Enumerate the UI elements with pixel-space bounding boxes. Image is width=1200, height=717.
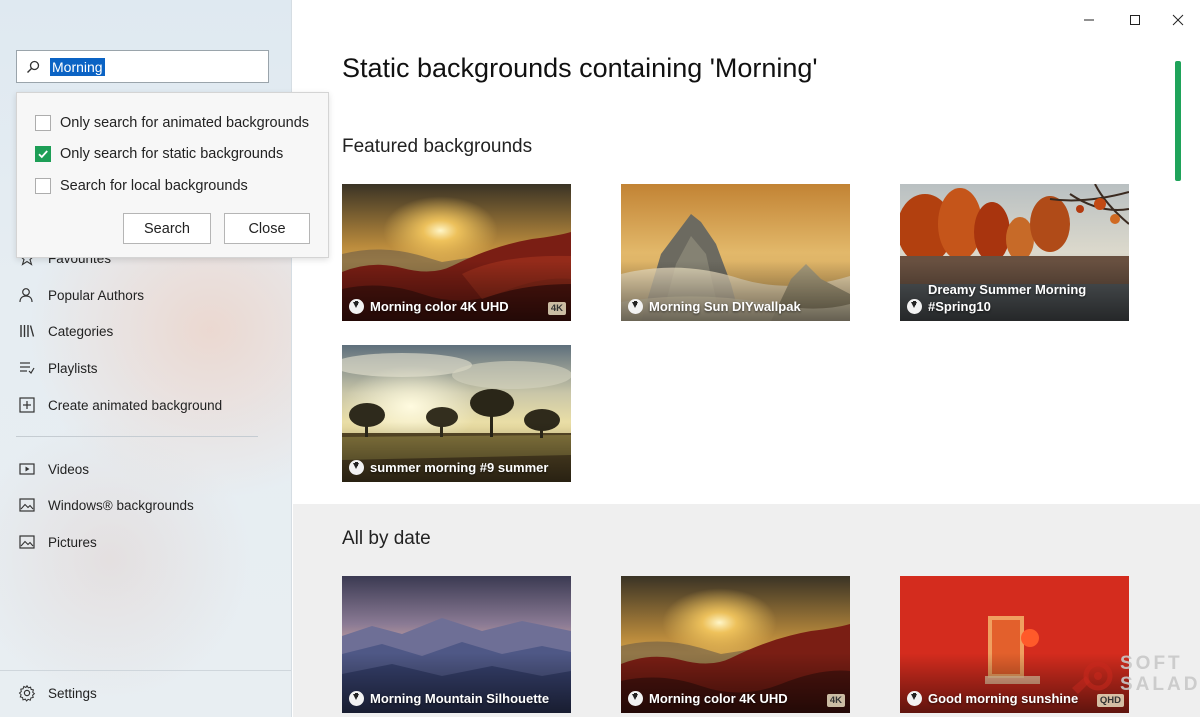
tile-caption: summer morning #9 summer [349,459,564,476]
tile-caption: Morning Sun DIYwallpak [628,298,843,315]
library-icon [20,325,35,337]
add-box-icon [19,397,35,413]
tile-caption: Morning color 4K UHD [349,298,564,315]
all-section-title: All by date [342,528,431,549]
tile-title: Dreamy Summer Morning #Spring10 [928,282,1087,314]
resolution-badge: 4K [826,694,845,707]
sidebar-item-create-animated-background[interactable]: Create animated background [18,396,222,414]
background-tile[interactable]: Morning color 4K UHD 4K [342,184,571,321]
download-icon [628,299,643,314]
sidebar-item-pictures[interactable]: Pictures [18,533,97,551]
search-options-popup: Only search for animated backgrounds Onl… [16,92,329,258]
sidebar-item-label: Popular Authors [48,287,145,303]
background-tile[interactable]: summer morning #9 summer [342,345,571,482]
animated-checkbox[interactable] [35,115,51,131]
watermark-line1: SOFT [1120,653,1183,674]
search-button[interactable]: Search [123,213,211,244]
close-button[interactable]: Close [224,213,310,244]
local-checkbox[interactable] [35,178,51,194]
tile-title: Good morning sunshine [928,691,1079,706]
search-icon [27,60,40,73]
tile-caption: Morning color 4K UHD [628,690,843,707]
search-box[interactable]: Morning [16,50,269,83]
watermark-logo-icon [1072,661,1113,694]
resolution-badge: 4K [547,302,566,315]
checkmark-icon [38,150,48,159]
sidebar-item-popular-authors[interactable]: Popular Authors [18,286,144,304]
download-icon [628,691,643,706]
sidebar-item-label: Settings [48,685,97,701]
option-label: Only search for static backgrounds [60,146,284,162]
sidebar-bottom-divider [0,670,291,671]
main-content: Static backgrounds containing 'Morning' … [293,0,1200,717]
person-icon [19,288,33,303]
picture-icon [19,535,35,549]
gear-icon [18,684,36,702]
page-title: Static backgrounds containing 'Morning' [342,53,818,83]
option-animated-row[interactable]: Only search for animated backgrounds [35,115,309,131]
sidebar-item-settings[interactable]: Settings [18,684,97,702]
option-static-row[interactable]: Only search for static backgrounds [35,146,283,162]
sidebar-item-label: Playlists [48,360,98,376]
sidebar-item-categories[interactable]: Categories [18,322,113,340]
watermark-line2: SALAD [1120,674,1200,695]
tile-title: Morning Mountain Silhouette [370,691,550,706]
tile-title: Morning color 4K UHD [649,691,788,706]
search-input-selected-text: Morning [50,58,105,76]
sidebar-item-label: Windows® backgrounds [48,497,194,513]
scrollbar-thumb[interactable] [1175,61,1181,181]
background-tile[interactable]: Morning color 4K UHD 4K [621,576,850,713]
option-label: Search for local backgrounds [60,178,248,194]
tile-caption: Morning Mountain Silhouette [349,690,564,707]
download-icon [349,460,364,475]
playlist-icon [20,362,35,374]
image-icon [19,498,35,512]
video-icon [19,463,35,475]
featured-section-title: Featured backgrounds [342,136,533,157]
download-icon [349,691,364,706]
sidebar-item-label: Videos [48,461,90,477]
tile-title: summer morning #9 summer [370,460,549,475]
background-tile[interactable]: Morning Sun DIYwallpak [621,184,850,321]
sidebar-item-label: Create animated background [48,397,223,413]
tile-title: Morning color 4K UHD [370,299,509,314]
option-local-row[interactable]: Search for local backgrounds [35,178,248,194]
download-icon [349,299,364,314]
sidebar-item-label: Categories [48,323,114,339]
background-tile[interactable]: Dreamy Summer Morning #Spring10 [900,184,1129,321]
watermark: SOFT SALAD [1068,648,1200,700]
download-icon [907,691,922,706]
static-checkbox[interactable] [35,146,51,162]
all-by-date-section: All by date Morning Mountain Silhouette [293,504,1200,717]
sidebar-item-videos[interactable]: Videos [18,460,89,478]
option-label: Only search for animated backgrounds [60,115,310,131]
download-icon [907,299,922,314]
background-tile[interactable]: Morning Mountain Silhouette [342,576,571,713]
sidebar-item-playlists[interactable]: Playlists [18,359,98,377]
sidebar-item-label: Pictures [48,534,97,550]
tile-caption: Dreamy Summer Morning #Spring10 [907,281,1122,315]
sidebar-item-windows-backgrounds[interactable]: Windows® backgrounds [18,496,194,514]
tile-title: Morning Sun DIYwallpak [649,299,801,314]
sidebar-divider [16,436,258,437]
